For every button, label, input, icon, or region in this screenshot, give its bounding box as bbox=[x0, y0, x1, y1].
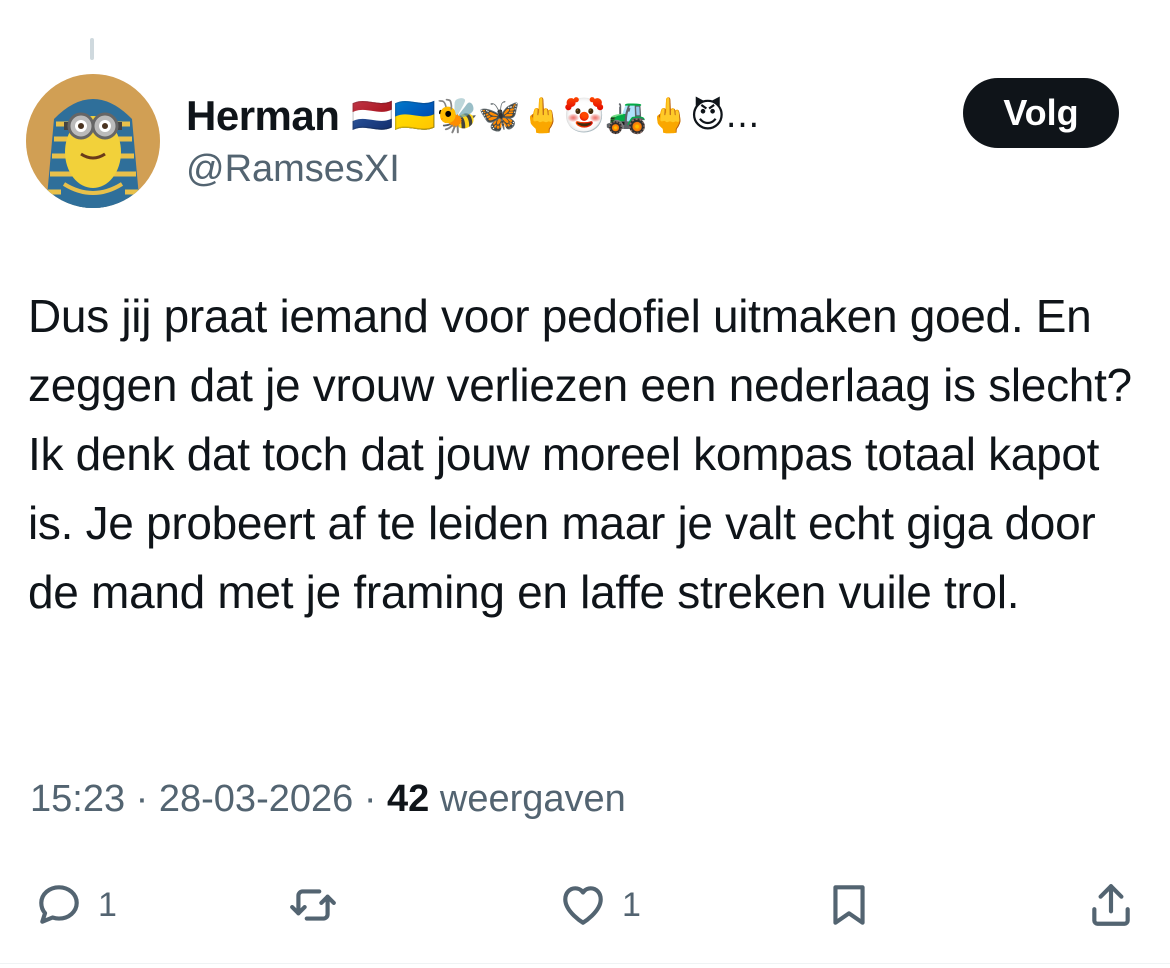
thread-connector-line bbox=[90, 38, 94, 60]
meta-separator: · bbox=[135, 778, 149, 820]
author-handle[interactable]: @RamsesXI bbox=[186, 148, 760, 191]
views-count: 42 bbox=[387, 778, 430, 820]
bookmark-button[interactable] bbox=[824, 870, 874, 940]
author-display-name[interactable]: Herman bbox=[186, 92, 340, 140]
divider bbox=[0, 963, 1170, 964]
pharaoh-minion-avatar-icon bbox=[26, 74, 160, 208]
retweet-button[interactable] bbox=[288, 870, 338, 940]
like-button[interactable]: 1 bbox=[558, 870, 641, 940]
retweet-icon bbox=[290, 889, 336, 921]
tweet-time[interactable]: 15:23 bbox=[30, 778, 125, 820]
views-label: weergaven bbox=[439, 778, 626, 820]
bookmark-icon bbox=[833, 885, 865, 925]
tweet-header: Herman 🇳🇱🇺🇦🐝🦋🖕🤡🚜🖕😈… @RamsesXI bbox=[186, 88, 760, 191]
reply-icon bbox=[39, 885, 79, 924]
tweet-actions: 1 1 bbox=[0, 870, 1170, 940]
tweet-text: Dus jij praat iemand voor pedofiel uitma… bbox=[28, 290, 1132, 618]
like-count: 1 bbox=[622, 885, 641, 924]
reply-count: 1 bbox=[98, 885, 117, 924]
reply-button[interactable]: 1 bbox=[34, 870, 117, 940]
tweet-meta: 15:23 · 28-03-2026 · 42 weergaven bbox=[30, 778, 626, 821]
tweet-date[interactable]: 28-03-2026 bbox=[159, 778, 353, 820]
follow-button[interactable]: Volg bbox=[963, 78, 1119, 148]
share-button[interactable] bbox=[1086, 870, 1136, 940]
meta-separator: · bbox=[363, 778, 377, 820]
author-name-emojis: 🇳🇱🇺🇦🐝🦋🖕🤡🚜🖕😈… bbox=[351, 96, 760, 136]
share-icon bbox=[1092, 884, 1130, 926]
heart-icon bbox=[563, 886, 603, 925]
author-name-row[interactable]: Herman 🇳🇱🇺🇦🐝🦋🖕🤡🚜🖕😈… bbox=[186, 88, 760, 144]
avatar[interactable] bbox=[26, 74, 160, 208]
